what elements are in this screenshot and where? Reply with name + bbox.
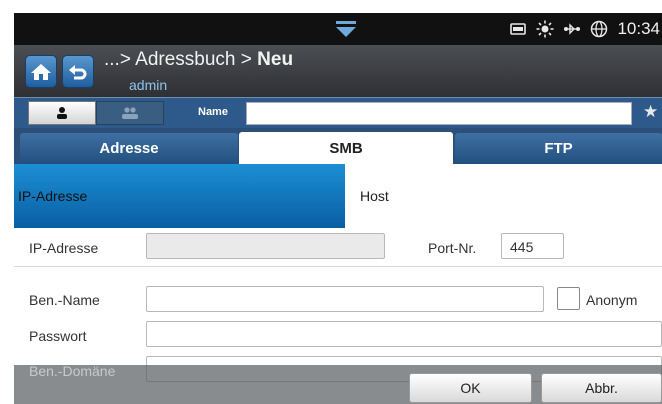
group-icon — [122, 107, 138, 119]
password-field[interactable] — [146, 321, 662, 347]
clock: 10:34 — [617, 19, 660, 38]
home-button[interactable] — [25, 55, 57, 88]
tab-bar: Adresse SMB FTP — [14, 128, 662, 164]
favorite-star-icon[interactable]: ★ — [643, 102, 658, 122]
port-field[interactable]: 445 — [501, 233, 564, 259]
individual-contact-toggle[interactable] — [28, 101, 96, 125]
user-name-label: Ben.-Name — [29, 292, 100, 308]
password-label: Passwort — [29, 328, 87, 344]
domain-label: Ben.-Domäne — [29, 363, 116, 379]
globe-icon — [591, 20, 608, 38]
back-button[interactable] — [62, 55, 94, 88]
anonym-label: Anonym — [586, 292, 638, 308]
person-icon — [57, 107, 67, 119]
status-bar: 10:34 — [14, 13, 662, 45]
ok-button[interactable]: OK — [409, 373, 532, 403]
address-type-host-option[interactable]: Host — [345, 164, 662, 228]
ip-address-label: IP-Adresse — [29, 240, 99, 256]
address-type-ip-option[interactable]: IP-Adresse — [14, 164, 345, 228]
tab-smb[interactable]: SMB — [239, 132, 453, 164]
network-icon — [564, 23, 581, 35]
cancel-button[interactable]: Abbr. — [541, 373, 662, 403]
brightness-icon — [536, 20, 554, 38]
anonym-checkbox[interactable] — [557, 287, 580, 310]
tab-ftp[interactable]: FTP — [455, 133, 662, 164]
search-row: Name ★ — [14, 97, 662, 128]
breadcrumb-path: ...> Adressbuch > — [104, 49, 258, 70]
tab-adresse[interactable]: Adresse — [20, 133, 238, 164]
ip-address-field[interactable] — [146, 233, 385, 259]
name-label: Name — [198, 106, 228, 118]
name-input[interactable] — [246, 102, 632, 125]
group-contact-toggle[interactable] — [96, 101, 164, 125]
breadcrumb: ...> Adressbuch > Neu — [104, 49, 293, 71]
home-icon — [31, 63, 51, 80]
back-icon — [69, 64, 87, 79]
pull-down-tab-icon[interactable] — [334, 19, 358, 39]
breadcrumb-current: Neu — [257, 49, 294, 70]
port-label: Port-Nr. — [428, 240, 477, 256]
user-label: admin — [129, 77, 168, 93]
divider — [14, 266, 662, 267]
app-header: ...> Adressbuch > Neu admin — [14, 45, 662, 97]
printer-icon — [510, 23, 527, 35]
user-name-field[interactable] — [146, 286, 544, 312]
